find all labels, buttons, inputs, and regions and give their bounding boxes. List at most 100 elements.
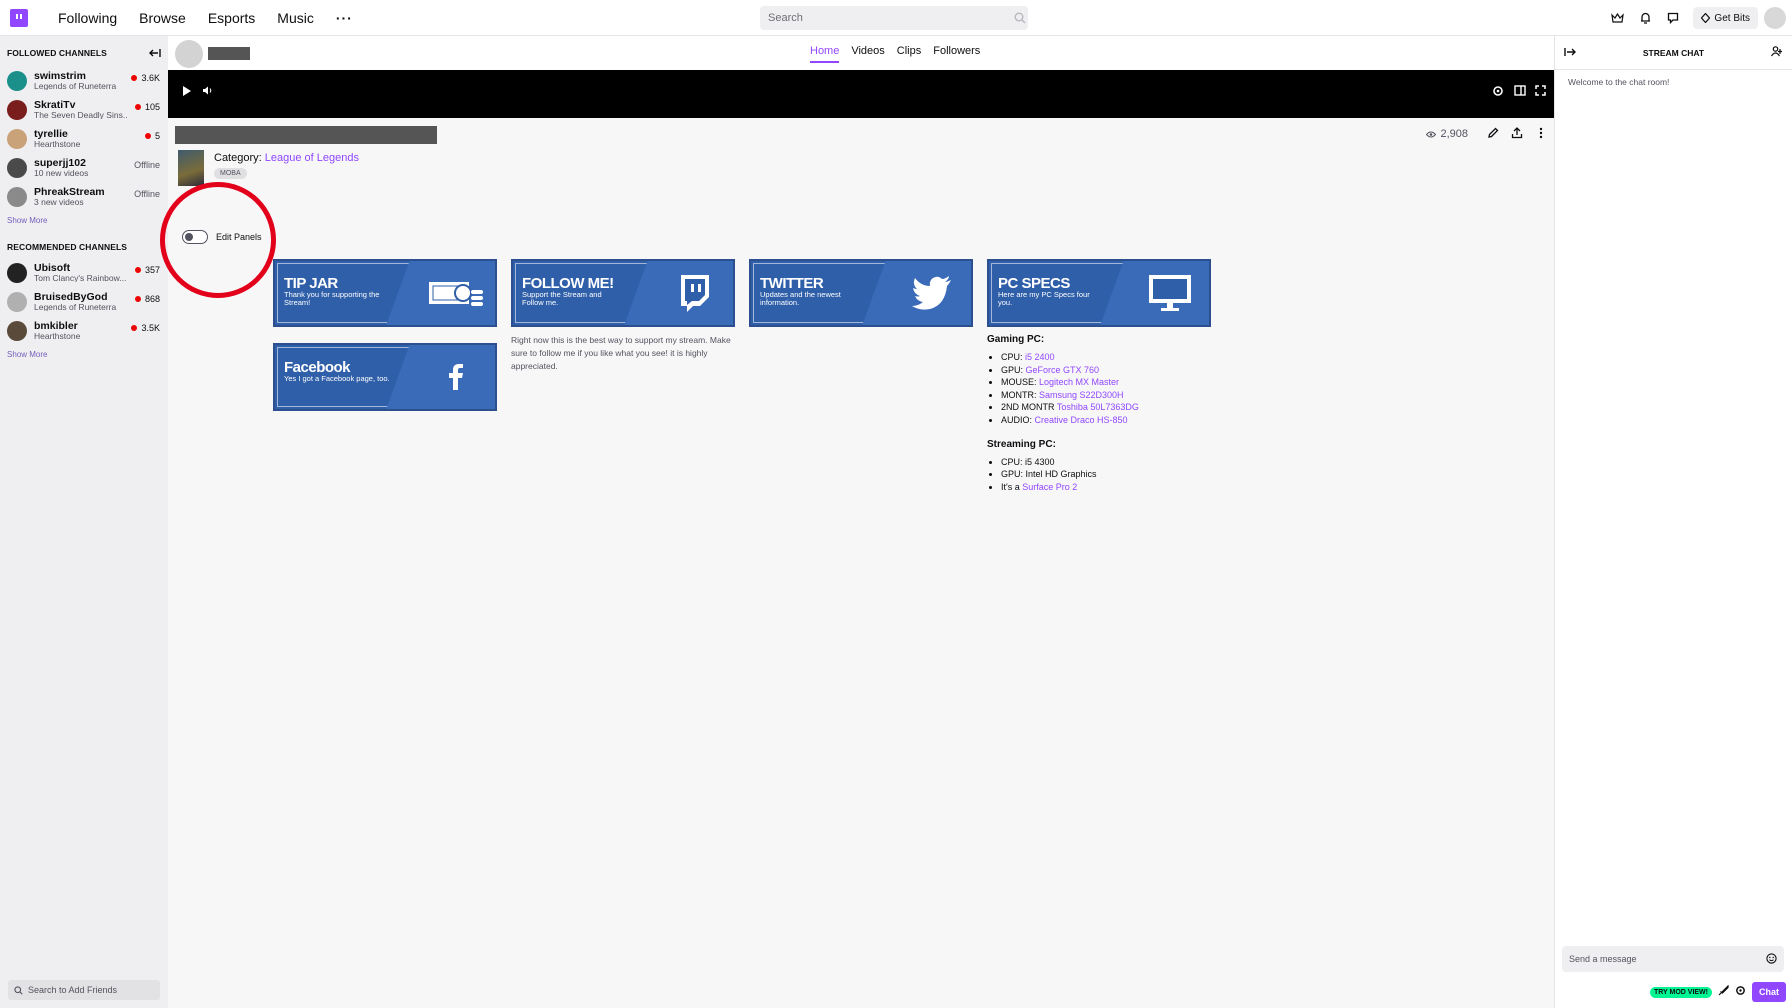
emote-picker-icon[interactable] xyxy=(1766,953,1777,966)
community-icon[interactable] xyxy=(1770,46,1783,59)
more-menu-icon[interactable]: ··· xyxy=(336,10,353,26)
user-avatar[interactable] xyxy=(1764,7,1786,29)
channel-text: superjj102 10 new videos xyxy=(34,158,128,178)
tab-videos[interactable]: Videos xyxy=(845,36,890,70)
nav-music[interactable]: Music xyxy=(277,10,314,26)
panel-subtitle: Yes I got a Facebook page, too. xyxy=(284,374,390,383)
sidebar-channel[interactable]: superjj102 10 new videos Offline xyxy=(0,153,168,182)
nav-following[interactable]: Following xyxy=(58,10,117,26)
offline-status: Offline xyxy=(134,160,160,170)
fullscreen-icon[interactable] xyxy=(1535,85,1546,99)
sidebar-channel[interactable]: bmkibler Hearthstone 3.5K xyxy=(0,316,168,345)
try-mod-view-button[interactable]: TRY MOD VIEW! xyxy=(1649,986,1712,998)
chat-settings-icon[interactable] xyxy=(1735,985,1746,999)
crown-icon[interactable] xyxy=(1603,4,1631,32)
collapse-sidebar-icon[interactable] xyxy=(149,48,161,60)
sidebar-channel[interactable]: tyrellie Hearthstone 5 xyxy=(0,124,168,153)
channel-game: Legends of Runeterra xyxy=(34,301,117,312)
channel-name: swimstrim xyxy=(34,70,86,82)
channel-name: SkratiTv xyxy=(34,99,76,111)
channel-avatar xyxy=(7,70,27,91)
settings-icon[interactable] xyxy=(1492,85,1504,100)
more-options-icon[interactable] xyxy=(1534,126,1548,140)
theatre-mode-icon[interactable] xyxy=(1514,85,1526,99)
spec-link[interactable]: GeForce GTX 760 xyxy=(1026,365,1100,375)
spec-label: CPU: xyxy=(1001,352,1026,362)
tab-home[interactable]: Home xyxy=(804,36,845,70)
sidebar-channel[interactable]: Ubisoft Tom Clancy's Rainbow... 357 xyxy=(0,258,168,287)
tab-followers[interactable]: Followers xyxy=(927,36,986,70)
toggle-switch[interactable] xyxy=(182,230,208,244)
spec-label: AUDIO: xyxy=(1001,414,1035,425)
channel-text: tyrellie Hearthstone xyxy=(34,129,128,149)
top-nav: Following Browse Esports Music ··· Searc… xyxy=(0,0,1792,36)
channel-header: Home Videos Clips Followers xyxy=(168,36,1554,70)
share-icon[interactable] xyxy=(1510,126,1524,140)
spec-item: It's a Surface Pro 2 xyxy=(1001,481,1139,494)
panel-follow-me[interactable]: FOLLOW ME! Support the Stream and Follow… xyxy=(511,259,735,327)
video-player[interactable] xyxy=(168,70,1554,118)
facebook-icon xyxy=(427,357,485,397)
get-bits-button[interactable]: Get Bits xyxy=(1693,7,1758,29)
stream-title-redacted xyxy=(175,126,437,144)
channel-name: tyrellie xyxy=(34,128,68,140)
search-friends-input[interactable]: Search to Add Friends xyxy=(8,980,160,1000)
sidebar-channel[interactable]: swimstrim Legends of Runeterra 3.6K xyxy=(0,66,168,95)
chat-welcome-message: Welcome to the chat room! xyxy=(1568,77,1670,87)
spec-item: MOUSE: Logitech MX Master xyxy=(1001,376,1139,389)
chat-send-button[interactable]: Chat xyxy=(1752,982,1786,1002)
notifications-icon[interactable] xyxy=(1631,4,1659,32)
tab-clips[interactable]: Clips xyxy=(891,36,927,70)
sidebar-channel[interactable]: BruisedByGod Legends of Runeterra 868 xyxy=(0,287,168,316)
search-icon[interactable] xyxy=(1008,7,1032,29)
spec-link[interactable]: i5 2400 xyxy=(1025,352,1055,362)
channel-name: BruisedByGod xyxy=(34,291,108,303)
spec-link[interactable]: Creative Draco HS-850 xyxy=(1035,415,1128,425)
show-more-recommended[interactable]: Show More xyxy=(0,345,168,374)
live-viewer-count: 357 xyxy=(135,265,160,275)
sidebar-channel[interactable]: PhreakStream 3 new videos Offline xyxy=(0,182,168,211)
panel-subtitle: Updates and the newest information. xyxy=(760,290,841,307)
gaming-pc-title: Gaming PC: xyxy=(987,334,1045,345)
mod-sword-icon[interactable] xyxy=(1718,984,1729,999)
collapse-chat-icon[interactable] xyxy=(1564,47,1576,59)
panel-twitter[interactable]: TWITTER Updates and the newest informati… xyxy=(749,259,973,327)
panel-tip-jar[interactable]: TIP JAR Thank you for supporting the Str… xyxy=(273,259,497,327)
channel-text: PhreakStream 3 new videos xyxy=(34,187,128,207)
channel-game: The Seven Deadly Sins... xyxy=(34,109,128,120)
sidebar-channel[interactable]: SkratiTv The Seven Deadly Sins... 105 xyxy=(0,95,168,124)
recommended-channels-header: RECOMMENDED CHANNELS xyxy=(7,242,128,252)
spec-link[interactable]: Samsung S22D300H xyxy=(1039,390,1124,400)
twitch-logo-icon[interactable] xyxy=(10,8,28,27)
channel-avatar[interactable] xyxy=(175,40,203,68)
eye-icon xyxy=(1426,131,1437,137)
spec-label: 2ND MONTR xyxy=(1001,402,1057,413)
panel-facebook[interactable]: Facebook Yes I got a Facebook page, too. xyxy=(273,343,497,411)
chat-message-input[interactable]: Send a message xyxy=(1562,946,1784,972)
streaming-pc-title: Streaming PC: xyxy=(987,438,1056,450)
whispers-icon[interactable] xyxy=(1659,4,1687,32)
channel-text: BruisedByGod Legends of Runeterra xyxy=(34,292,128,312)
category-boxart[interactable] xyxy=(178,150,204,186)
channel-game: Hearthstone xyxy=(34,330,81,341)
search-input[interactable]: Search xyxy=(760,6,1028,30)
spec-label: CPU: i5 4300 xyxy=(1001,456,1055,467)
nav-esports[interactable]: Esports xyxy=(208,10,255,26)
panel-pc-specs[interactable]: PC SPECS Here are my PC Specs four you. xyxy=(987,259,1211,327)
volume-icon[interactable] xyxy=(202,85,213,99)
spec-link[interactable]: Toshiba 50L7363DG xyxy=(1057,402,1139,412)
spec-item: GPU: Intel HD Graphics xyxy=(1001,468,1139,481)
edit-icon[interactable] xyxy=(1486,126,1500,140)
spec-link[interactable]: Logitech MX Master xyxy=(1039,377,1119,387)
spec-item: CPU: i5 4300 xyxy=(1001,456,1139,469)
category-label: Category: xyxy=(214,152,262,164)
play-icon[interactable] xyxy=(182,85,192,100)
edit-panels-toggle[interactable]: Edit Panels xyxy=(182,230,262,244)
show-more-followed[interactable]: Show More xyxy=(0,211,168,240)
tag-moba[interactable]: MOBA xyxy=(214,168,247,179)
spec-link[interactable]: Surface Pro 2 xyxy=(1022,482,1077,492)
live-viewer-count: 105 xyxy=(135,102,160,112)
monitor-icon xyxy=(1141,273,1199,313)
category-link[interactable]: League of Legends xyxy=(265,152,359,164)
nav-browse[interactable]: Browse xyxy=(139,10,186,26)
